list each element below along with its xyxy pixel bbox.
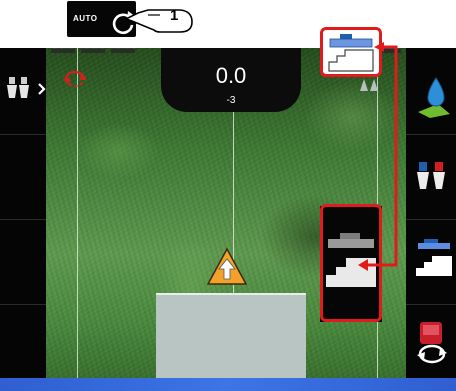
readout-value: 0.0 (215, 63, 247, 88)
vehicle-position-triangle-icon (206, 247, 248, 285)
panel-divider (406, 134, 456, 135)
callout-number: 1 (170, 7, 179, 24)
guide-line (77, 48, 78, 391)
panel-divider (0, 219, 46, 220)
expand-chevron-icon[interactable] (36, 85, 46, 95)
callout-box-mid (320, 204, 382, 322)
section-segment (51, 49, 75, 53)
gray-nozzle-pair-icon (360, 79, 378, 91)
readout-sub-value: -3 (226, 95, 236, 106)
panel-divider (0, 134, 46, 135)
main-display: 0.0 -3 (0, 48, 456, 391)
auto-mode-button[interactable]: AUTO 1 (67, 1, 197, 37)
section-segment (81, 49, 105, 53)
auto-label: AUTO (73, 14, 98, 23)
screen: AUTO 1 0.0 -3 (0, 0, 456, 391)
double-arrow-rotate-icon[interactable] (62, 70, 88, 88)
section-segment (381, 49, 401, 53)
panel-divider (0, 304, 46, 305)
pointing-hand-icon (112, 9, 193, 35)
callout-box-top (320, 27, 382, 77)
panel-divider (406, 219, 456, 220)
drop-on-field-icon[interactable] (416, 74, 452, 118)
applied-coverage-area (156, 293, 306, 382)
red-blue-nozzle-icon[interactable] (414, 161, 450, 193)
section-control-icon[interactable] (414, 238, 454, 278)
bottom-status-bar (0, 378, 456, 391)
panel-divider (406, 304, 456, 305)
machine-rotate-icon[interactable] (414, 320, 450, 366)
section-segment (111, 49, 135, 53)
